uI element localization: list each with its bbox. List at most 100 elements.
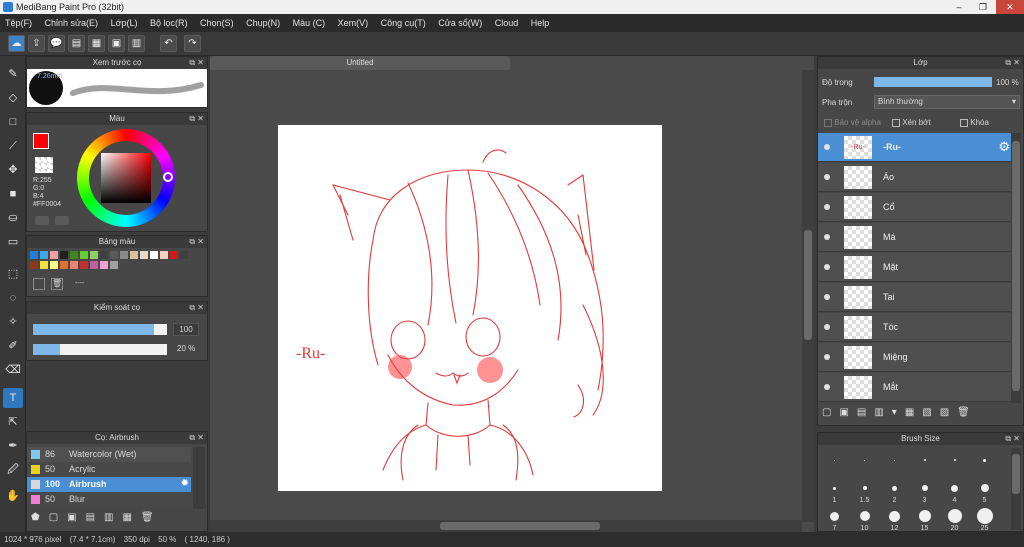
shape-tool-icon[interactable]: ■ xyxy=(3,184,23,204)
move-tool-icon[interactable]: ✥ xyxy=(3,160,23,180)
undo-icon[interactable]: ↶ xyxy=(160,35,177,52)
menu-select[interactable]: Chọn(S) xyxy=(195,14,239,32)
brush-size-option[interactable]: 20 xyxy=(940,506,969,532)
palette-swatch[interactable] xyxy=(110,261,118,269)
brush-size-slider[interactable] xyxy=(33,324,167,335)
layer-row-ma[interactable]: Má xyxy=(818,223,1012,252)
menu-tools[interactable]: Công cụ(T) xyxy=(376,14,431,32)
panel-close-icon[interactable]: ⧉ ✕ xyxy=(189,57,204,69)
menu-filter[interactable]: Bộ lọc(R) xyxy=(145,14,193,32)
palette-swatch[interactable] xyxy=(120,251,128,259)
saturation-square[interactable] xyxy=(101,153,151,203)
eyedropper-icon[interactable]: ✒ xyxy=(3,436,23,456)
layer-row-mat-eyes[interactable]: Mắt xyxy=(818,373,1012,402)
dot-tool-icon[interactable]: □ xyxy=(3,112,23,132)
layer-row-ru[interactable]: -Ru- -Ru- ⚙ xyxy=(818,133,1012,162)
layer-row-co[interactable]: Cổ xyxy=(818,193,1012,222)
color-wheel[interactable] xyxy=(77,129,175,227)
brush-size-option[interactable]: 2 xyxy=(880,478,909,504)
panel-close-icon[interactable]: ⧉ ✕ xyxy=(1005,433,1020,445)
menu-snap[interactable]: Chụp(N) xyxy=(241,14,285,32)
brush-tool-icon[interactable]: ✎ xyxy=(3,64,23,84)
line-tool-icon[interactable]: ⟋ xyxy=(3,136,23,156)
palette-swatch[interactable] xyxy=(70,261,78,269)
palette-swatch[interactable] xyxy=(90,251,98,259)
brush-item-blur[interactable]: 50 Blur xyxy=(27,492,191,507)
blend-mode-select[interactable]: Bình thường ▾ xyxy=(874,95,1020,109)
brush-size-option[interactable] xyxy=(910,450,939,473)
visibility-eye-icon[interactable] xyxy=(824,264,830,270)
brush-size-option[interactable]: 4 xyxy=(940,478,969,504)
comment-icon[interactable]: 💬 xyxy=(48,35,65,52)
brush-size-option[interactable]: 1 xyxy=(820,478,849,504)
palette-swatch[interactable] xyxy=(160,251,168,259)
color-swap-button[interactable] xyxy=(55,216,69,225)
brush-size-option[interactable]: 5 xyxy=(970,478,999,504)
brush-size-option[interactable]: 25 xyxy=(970,506,999,532)
new-file-icon[interactable]: ▤ xyxy=(68,35,85,52)
menu-cloud[interactable]: Cloud xyxy=(490,14,524,32)
brush-size-option[interactable] xyxy=(970,450,999,473)
palette-swatch[interactable] xyxy=(110,251,118,259)
palette-swatch[interactable] xyxy=(80,261,88,269)
text-tool-icon[interactable]: T xyxy=(3,388,23,408)
palette-swatch[interactable] xyxy=(30,261,38,269)
operation-tool-icon[interactable]: ⇱ xyxy=(3,412,23,432)
palette-swatch[interactable] xyxy=(60,251,68,259)
palette-swatch[interactable] xyxy=(50,251,58,259)
menu-help[interactable]: Help xyxy=(526,14,555,32)
visibility-eye-icon[interactable] xyxy=(824,144,830,150)
palette-swatch[interactable] xyxy=(180,251,188,259)
panel-close-icon[interactable]: ⧉ ✕ xyxy=(189,236,204,248)
horizontal-scrollbar[interactable] xyxy=(210,520,802,532)
clipping-checkbox[interactable]: Xén bớt xyxy=(892,118,931,127)
palette-swatch[interactable] xyxy=(40,251,48,259)
brush-size-option[interactable] xyxy=(820,450,849,473)
brush-item-airbrush[interactable]: 100 Airbrush ✹ xyxy=(27,477,191,492)
layer-list-scrollbar[interactable] xyxy=(1011,133,1021,403)
visibility-eye-icon[interactable] xyxy=(824,324,830,330)
brush-size-option[interactable] xyxy=(850,450,879,473)
palette-swatch[interactable] xyxy=(90,261,98,269)
palette-swatch[interactable] xyxy=(40,261,48,269)
palette-swatch[interactable] xyxy=(150,251,158,259)
new-palette-icon[interactable] xyxy=(33,278,45,290)
primary-color-swatch[interactable] xyxy=(33,133,49,149)
palette-swatches[interactable] xyxy=(30,251,200,271)
grid-icon[interactable]: ▥ xyxy=(128,35,145,52)
palette-swatch[interactable] xyxy=(80,251,88,259)
pen-icon[interactable]: 🖉 xyxy=(3,460,23,480)
eraser-tool-icon[interactable]: ◇ xyxy=(3,88,23,108)
layer-row-toc[interactable]: Tóc xyxy=(818,313,1012,342)
maximize-button[interactable]: ❐ xyxy=(972,0,994,14)
palette-swatch[interactable] xyxy=(130,251,138,259)
brush-size-option[interactable] xyxy=(940,450,969,473)
layer-row-ao[interactable]: Áo xyxy=(818,163,1012,192)
visibility-eye-icon[interactable] xyxy=(824,354,830,360)
document-tab[interactable]: Untitled xyxy=(210,56,510,70)
brush-size-scrollbar[interactable] xyxy=(1011,448,1021,530)
layer-settings-gear-icon[interactable]: ⚙ xyxy=(998,139,1010,155)
menu-edit[interactable]: Chỉnh sửa(E) xyxy=(40,14,104,32)
panel-close-icon[interactable]: ⧉ ✕ xyxy=(189,432,204,444)
palette-swatch[interactable] xyxy=(140,251,148,259)
document-icon[interactable]: ▦ xyxy=(88,35,105,52)
cloud-icon[interactable]: ☁ xyxy=(8,35,25,52)
menu-file[interactable]: Tệp(F) xyxy=(0,14,37,32)
layer-row-mieng[interactable]: Miệng xyxy=(818,343,1012,372)
panel-close-icon[interactable]: ⧉ ✕ xyxy=(189,302,204,314)
manga-icon[interactable]: ▣ xyxy=(108,35,125,52)
close-button[interactable]: ✕ xyxy=(996,0,1024,14)
vertical-scrollbar[interactable] xyxy=(802,70,814,522)
menu-window[interactable]: Cửa sổ(W) xyxy=(433,14,487,32)
brush-item-watercolor[interactable]: 86 Watercolor (Wet) xyxy=(27,447,191,462)
gradient-tool-icon[interactable]: ▭ xyxy=(3,232,23,252)
drawing-canvas[interactable]: -Ru- xyxy=(278,125,662,491)
palette-swatch[interactable] xyxy=(60,261,68,269)
brush-size-option[interactable]: 12 xyxy=(880,506,909,532)
visibility-eye-icon[interactable] xyxy=(824,204,830,210)
select-eraser-icon[interactable]: ⌫ xyxy=(3,360,23,380)
brush-size-option[interactable]: 15 xyxy=(910,506,939,532)
palette-swatch[interactable] xyxy=(70,251,78,259)
layer-row-tai[interactable]: Tai xyxy=(818,283,1012,312)
